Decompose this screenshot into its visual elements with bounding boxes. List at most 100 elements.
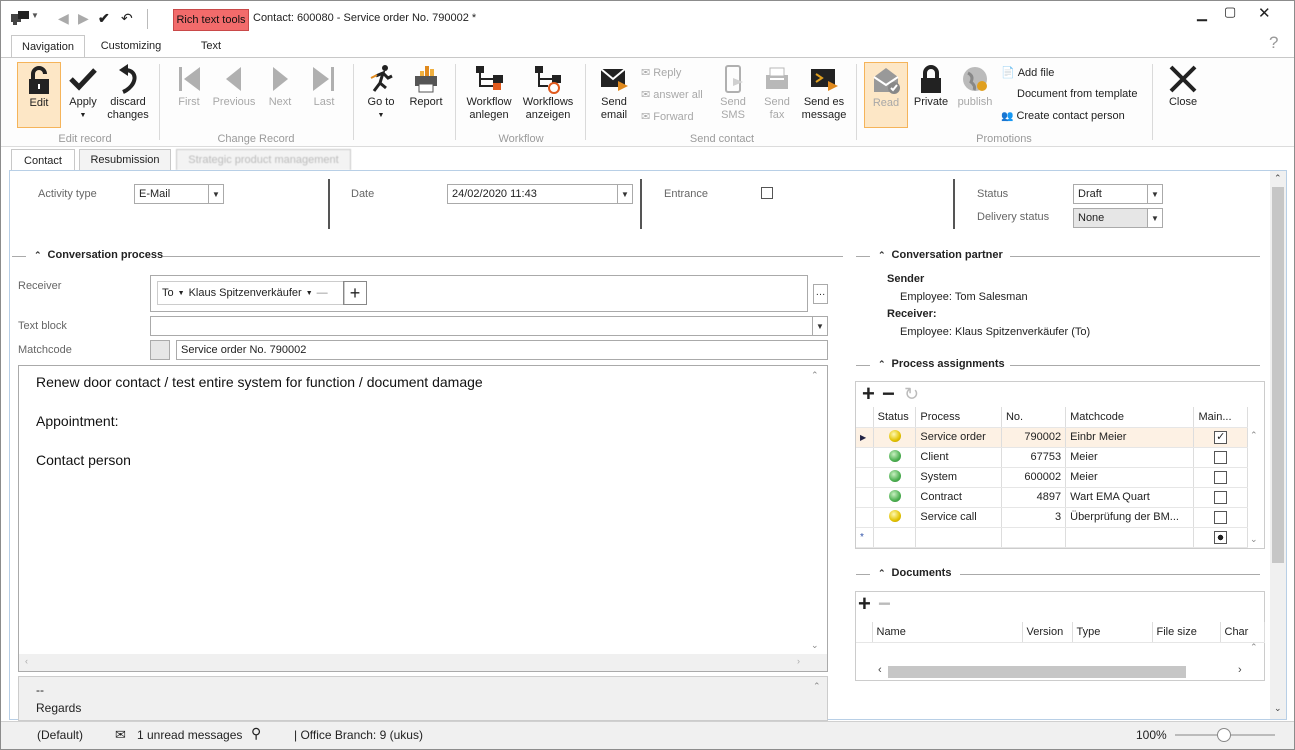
scroll-down-icon[interactable]: ⌄: [811, 640, 819, 651]
minimize-icon[interactable]: ▁: [1197, 6, 1207, 22]
edit-button[interactable]: Edit: [17, 62, 61, 128]
check-icon[interactable]: ✔: [98, 10, 110, 27]
workflow-anlegen-button[interactable]: Workflow anlegen: [461, 62, 517, 122]
qat-dropdown-icon[interactable]: ▼: [31, 11, 39, 20]
add-receiver-button[interactable]: +: [343, 281, 367, 305]
date-field[interactable]: 24/02/2020 11:43 ▼: [447, 184, 633, 204]
main-checkbox-indeterminate[interactable]: [1214, 530, 1228, 544]
scroll-up-icon[interactable]: ⌃: [813, 681, 821, 692]
tab-text[interactable]: Text: [173, 35, 249, 57]
main-checkbox[interactable]: [1214, 450, 1228, 464]
scroll-left-icon[interactable]: ‹: [25, 656, 28, 666]
forward-icon[interactable]: ▶: [78, 10, 89, 27]
column-header[interactable]: Version: [1022, 622, 1073, 643]
publish-button[interactable]: publish: [954, 62, 996, 109]
maximize-icon[interactable]: ▢: [1224, 4, 1236, 20]
matchcode-color-box[interactable]: [150, 340, 170, 360]
scroll-right-icon[interactable]: ›: [797, 656, 800, 666]
workflows-anzeigen-button[interactable]: Workflows anzeigen: [519, 62, 577, 122]
documents-horizontal-scrollbar[interactable]: ‹ ›: [856, 663, 1264, 680]
column-header[interactable]: No.: [1001, 407, 1067, 428]
documents-header[interactable]: ⌃ Documents: [878, 567, 951, 579]
receiver-chip[interactable]: To ▼ Klaus Spitzenverkäufer ▼ —: [157, 281, 345, 305]
conversation-partner-header[interactable]: ⌃ Conversation partner: [878, 249, 1003, 261]
doc-from-template-button[interactable]: Document from template: [1017, 88, 1137, 100]
scrollbar-thumb[interactable]: [888, 666, 1186, 678]
scrollbar-thumb[interactable]: [1272, 187, 1284, 563]
send-email-button[interactable]: Send email: [593, 62, 635, 122]
first-button[interactable]: First: [171, 62, 207, 109]
scroll-right-icon[interactable]: ›: [1238, 664, 1242, 676]
receiver-more-button[interactable]: …: [813, 284, 828, 304]
horizontal-scrollbar[interactable]: ‹ ›: [19, 654, 827, 671]
tab-contact[interactable]: Contact: [11, 149, 75, 171]
process-assignments-header[interactable]: ⌃ Process assignments: [878, 358, 1005, 370]
undo-icon[interactable]: ↶: [121, 10, 133, 27]
apply-button[interactable]: Apply ▼: [65, 62, 101, 122]
scroll-up-icon[interactable]: ⌃: [1250, 430, 1258, 441]
main-checkbox[interactable]: [1214, 510, 1228, 524]
add-document-button[interactable]: +: [858, 593, 871, 615]
status-select[interactable]: Draft ▼: [1073, 184, 1163, 204]
add-file-button[interactable]: 📄 Add file: [1001, 66, 1054, 80]
private-button[interactable]: Private: [911, 62, 951, 109]
table-row[interactable]: Contract 4897 Wart EMA Quart: [856, 487, 1248, 508]
back-icon[interactable]: ◀: [58, 10, 69, 27]
delivery-status-select[interactable]: None ▼: [1073, 208, 1163, 228]
close-button[interactable]: Close: [1161, 62, 1205, 109]
zoom-slider-thumb[interactable]: [1217, 728, 1231, 742]
answer-all-button[interactable]: ✉ answer all: [641, 88, 703, 102]
entrance-checkbox[interactable]: [761, 187, 773, 199]
close-window-icon[interactable]: ✕: [1258, 4, 1271, 22]
column-header[interactable]: Process: [915, 407, 1002, 428]
scroll-left-icon[interactable]: ‹: [878, 664, 882, 676]
reply-button[interactable]: ✉ Reply: [641, 66, 681, 80]
remove-receiver-icon[interactable]: —: [317, 287, 328, 299]
main-vertical-scrollbar[interactable]: ⌃ ⌄: [1270, 171, 1286, 719]
read-button[interactable]: Read: [864, 62, 908, 128]
unread-messages[interactable]: 1 unread messages: [137, 728, 242, 742]
help-icon[interactable]: ?: [1269, 33, 1278, 53]
column-header[interactable]: File size: [1152, 622, 1221, 643]
search-icon[interactable]: ⚲: [251, 725, 261, 742]
scroll-up-icon[interactable]: ⌃: [1274, 173, 1282, 184]
column-header[interactable]: Char: [1220, 622, 1265, 643]
scroll-up-icon[interactable]: ⌃: [811, 370, 819, 381]
signature-area[interactable]: -- Regards ⌃: [18, 676, 828, 721]
profile-status[interactable]: (Default): [37, 728, 83, 742]
next-button[interactable]: Next: [261, 62, 299, 109]
refresh-icon[interactable]: ↻: [904, 384, 919, 404]
table-row[interactable]: Client 67753 Meier: [856, 447, 1248, 468]
conversation-process-header[interactable]: ⌃ Conversation process: [34, 249, 163, 261]
table-row[interactable]: ▶ Service order 790002 Einbr Meier ✓: [856, 427, 1248, 448]
create-contact-person-button[interactable]: 👥 Create contact person: [1001, 110, 1125, 122]
table-row[interactable]: Service call 3 Überprüfung der BM...: [856, 507, 1248, 528]
scroll-down-icon[interactable]: ⌄: [1274, 703, 1282, 714]
column-header[interactable]: Main...: [1193, 407, 1248, 428]
column-header[interactable]: Type: [1072, 622, 1153, 643]
tab-resubmission[interactable]: Resubmission: [79, 149, 171, 170]
activity-type-select[interactable]: E-Mail ▼: [134, 184, 224, 204]
main-checkbox[interactable]: [1214, 470, 1228, 484]
main-checkbox[interactable]: [1214, 490, 1228, 504]
scroll-up-icon[interactable]: ⌃: [1250, 642, 1258, 653]
send-fax-button[interactable]: Send fax: [759, 62, 795, 122]
column-header[interactable]: Name: [872, 622, 1023, 643]
discard-changes-button[interactable]: discard changes: [105, 62, 151, 122]
send-sms-button[interactable]: Send SMS: [715, 62, 751, 122]
remove-document-button[interactable]: −: [878, 593, 891, 615]
receiver-box[interactable]: To ▼ Klaus Spitzenverkäufer ▼ — +: [150, 275, 808, 312]
report-button[interactable]: Report: [405, 62, 447, 109]
column-header[interactable]: Matchcode: [1065, 407, 1195, 428]
forward-button[interactable]: ✉ Forward: [641, 110, 694, 124]
matchcode-input[interactable]: Service order No. 790002: [176, 340, 828, 360]
tab-strategic-product-management[interactable]: Strategic product management: [176, 149, 351, 170]
column-header[interactable]: Status: [873, 407, 917, 428]
previous-button[interactable]: Previous: [211, 62, 257, 109]
remove-assignment-button[interactable]: −: [882, 383, 895, 405]
tab-navigation[interactable]: Navigation: [11, 35, 85, 58]
message-body-editor[interactable]: Renew door contact / test entire system …: [18, 365, 828, 672]
tab-customizing[interactable]: Customizing: [91, 35, 171, 57]
go-to-button[interactable]: Go to ▼: [363, 62, 399, 122]
new-row[interactable]: *: [856, 527, 1248, 548]
